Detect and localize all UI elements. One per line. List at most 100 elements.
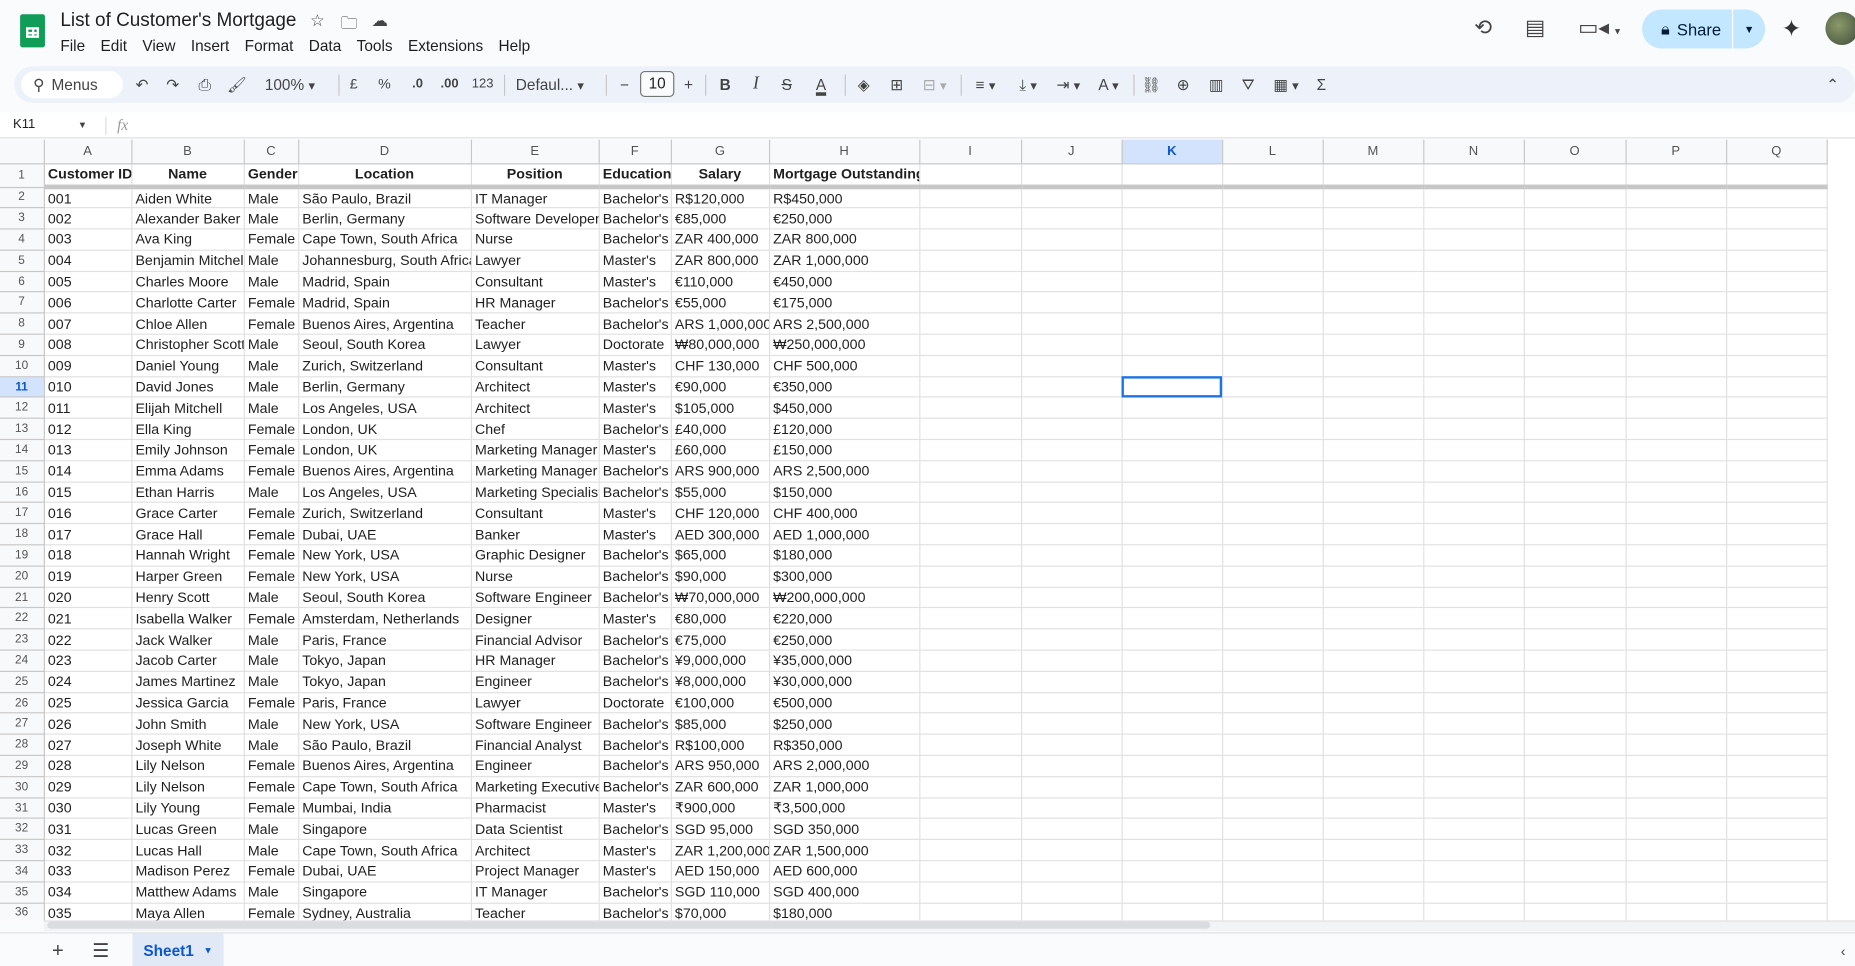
empty-cell[interactable] [919,397,1022,420]
insert-chart-icon[interactable]: ▥ [1207,66,1226,103]
empty-cell[interactable] [1322,839,1424,862]
empty-cell[interactable] [1020,439,1123,462]
empty-cell[interactable] [1121,313,1223,335]
empty-cell[interactable] [1222,797,1324,820]
menu-extensions[interactable]: Extensions [408,37,492,55]
cell[interactable]: ₩70,000,000 [670,586,770,609]
empty-cell[interactable] [1121,418,1223,441]
cell[interactable]: Software Developer [470,207,600,230]
empty-cell[interactable] [1121,523,1223,546]
cell[interactable]: ZAR 1,500,000 [768,839,920,862]
empty-cell[interactable] [919,229,1022,251]
empty-cell[interactable] [1726,713,1828,735]
empty-cell[interactable] [1121,460,1223,483]
text-rotation-icon[interactable]: A ▾ [1091,66,1126,103]
row-header[interactable]: 14 [0,439,45,462]
empty-cell[interactable] [1423,502,1525,525]
cell[interactable]: ¥8,000,000 [670,671,770,693]
empty-cell[interactable] [1020,376,1123,399]
empty-cell[interactable] [919,439,1022,462]
cell[interactable]: ₩80,000,000 [670,334,770,356]
cell[interactable]: Master's [598,608,672,630]
empty-cell[interactable] [1222,397,1324,420]
empty-cell[interactable] [1121,544,1223,567]
empty-cell[interactable] [1322,544,1424,567]
cell[interactable]: IT Manager [470,881,600,904]
empty-cell[interactable] [1523,776,1627,799]
empty-cell[interactable] [1222,839,1324,862]
empty-cell[interactable] [1625,439,1727,462]
row-header[interactable]: 3 [0,207,45,230]
document-title[interactable]: List of Customer's Mortgage [60,11,296,32]
cell[interactable]: Male [243,713,299,735]
cell[interactable]: Master's [598,376,672,399]
cell[interactable]: Lucas Green [131,818,245,841]
cloud-status-icon[interactable]: ☁ [371,11,388,31]
column-header-k[interactable]: K [1121,139,1223,164]
empty-cell[interactable] [1625,629,1727,651]
cell[interactable]: Lucas Hall [131,839,245,862]
empty-cell[interactable] [1726,376,1828,399]
cell[interactable]: Engineer [470,755,600,778]
empty-cell[interactable] [1322,902,1424,921]
cell[interactable]: David Jones [131,376,245,399]
empty-cell[interactable] [1523,292,1627,314]
empty-cell[interactable] [919,629,1022,651]
cell[interactable]: Male [243,839,299,862]
empty-cell[interactable] [1726,776,1828,799]
row-header[interactable]: 23 [0,629,45,651]
cell[interactable]: Harper Green [131,565,245,588]
empty-cell[interactable] [919,565,1022,588]
cell[interactable]: £120,000 [768,418,920,441]
cell[interactable]: ARS 950,000 [670,755,770,778]
empty-cell[interactable] [1020,460,1123,483]
empty-cell[interactable] [1222,355,1324,377]
cell[interactable]: Hannah Wright [131,544,245,567]
empty-cell[interactable] [1020,586,1123,609]
empty-cell[interactable] [1222,418,1324,441]
empty-cell[interactable] [1625,586,1727,609]
cell[interactable]: ₩250,000,000 [768,334,920,356]
empty-cell[interactable] [1625,207,1727,230]
empty-cell[interactable] [1322,397,1424,420]
cell[interactable]: Lawyer [470,334,600,356]
cell[interactable]: Bachelor's [598,229,672,251]
sheets-logo[interactable] [20,14,45,48]
cell[interactable]: Bachelor's [598,671,672,693]
empty-cell[interactable] [1726,418,1828,441]
empty-cell[interactable] [919,586,1022,609]
cell[interactable]: Male [243,881,299,904]
empty-cell[interactable] [1222,439,1324,462]
bold-button[interactable]: B [717,66,734,103]
empty-cell[interactable] [1423,334,1525,356]
cell[interactable]: 013 [43,439,132,462]
cell[interactable]: Madrid, Spain [298,271,472,293]
italic-button[interactable]: I [748,66,765,103]
empty-cell[interactable] [919,692,1022,714]
empty-cell[interactable] [1322,250,1424,272]
cell[interactable]: €85,000 [670,207,770,230]
cell[interactable]: $65,000 [670,544,770,567]
empty-cell[interactable] [1020,250,1123,272]
empty-cell[interactable] [1423,629,1525,651]
sheet-menu-icon[interactable]: ▼ [203,945,212,956]
empty-cell[interactable] [1020,334,1123,356]
row-header[interactable]: 21 [0,586,45,609]
empty-cell[interactable] [1322,818,1424,841]
cell[interactable]: Lily Nelson [131,755,245,778]
cell[interactable]: Female [243,608,299,630]
cell[interactable]: AED 1,000,000 [768,523,920,546]
empty-cell[interactable] [1121,755,1223,778]
column-header-m[interactable]: M [1322,139,1424,164]
cell[interactable]: John Smith [131,713,245,735]
redo-icon[interactable]: ↷ [163,66,182,103]
cell[interactable]: Dubai, UAE [298,523,472,546]
empty-cell[interactable] [1121,207,1223,230]
empty-cell[interactable] [1322,629,1424,651]
empty-cell[interactable] [1523,229,1627,251]
empty-cell[interactable] [1423,565,1525,588]
empty-cell[interactable] [1020,355,1123,377]
empty-cell[interactable] [1726,629,1828,651]
empty-cell[interactable] [1523,860,1627,883]
cell[interactable]: Female [243,902,299,921]
